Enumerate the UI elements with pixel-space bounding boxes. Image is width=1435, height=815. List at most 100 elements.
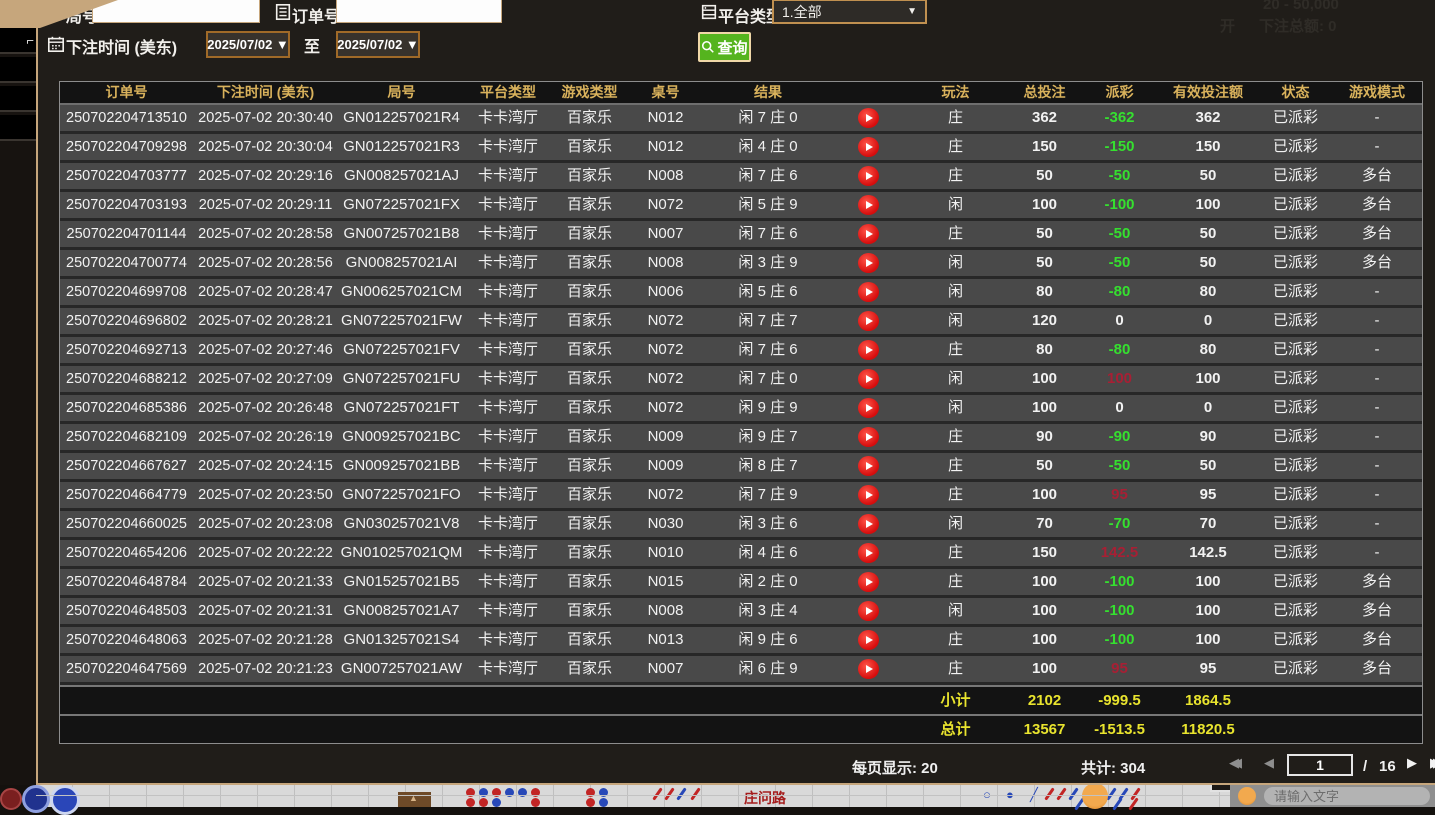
play-replay-button[interactable] bbox=[858, 572, 879, 592]
cell-replay bbox=[833, 453, 903, 479]
play-icon bbox=[866, 607, 873, 615]
first-page-button[interactable]: ◀◀ bbox=[1229, 756, 1232, 771]
cell-status: 已派彩 bbox=[1258, 395, 1333, 421]
emoji-picker-icon[interactable] bbox=[1238, 787, 1256, 805]
cell-replay bbox=[833, 221, 903, 247]
date-to-select[interactable]: 2025/07/02 ▼ bbox=[336, 31, 420, 58]
cell-method: 闲 bbox=[903, 192, 1008, 218]
play-replay-button[interactable] bbox=[858, 253, 879, 273]
road-slash bbox=[652, 787, 662, 800]
cell-valid: 50 bbox=[1158, 221, 1258, 247]
background-hint-limit: 20 - 50,000 bbox=[1263, 0, 1339, 13]
play-replay-button[interactable] bbox=[858, 224, 879, 244]
play-replay-button[interactable] bbox=[858, 137, 879, 157]
play-replay-button[interactable] bbox=[858, 514, 879, 534]
empty-cell bbox=[1258, 716, 1333, 743]
cell-mode: 多台 bbox=[1333, 598, 1421, 624]
play-replay-button[interactable] bbox=[858, 108, 879, 128]
empty-cell bbox=[338, 716, 465, 743]
cell-method: 闲 bbox=[903, 279, 1008, 305]
cell-status: 已派彩 bbox=[1258, 192, 1333, 218]
table-row: 2507022046542062025-07-02 20:22:22GN0102… bbox=[60, 540, 1422, 569]
platform-type-select[interactable]: 1.全部 ▼ bbox=[772, 0, 927, 24]
play-icon bbox=[866, 201, 873, 209]
cell-table: N072 bbox=[628, 337, 703, 363]
cell-type: 百家乐 bbox=[551, 511, 628, 537]
per-page-label: 每页显示: 20 bbox=[852, 757, 938, 778]
road-slash bbox=[690, 787, 700, 800]
cell-replay bbox=[833, 540, 903, 566]
cell-table: N072 bbox=[628, 308, 703, 334]
search-button[interactable]: 查询 bbox=[698, 32, 751, 62]
play-replay-button[interactable] bbox=[858, 166, 879, 186]
date-from-select[interactable]: 2025/07/02 ▼ bbox=[206, 31, 290, 58]
cell-table: N009 bbox=[628, 453, 703, 479]
cell-order: 250702204703777 bbox=[60, 163, 193, 189]
play-replay-button[interactable] bbox=[858, 659, 879, 679]
cell-payout: -80 bbox=[1081, 337, 1158, 363]
total-label: 总计 bbox=[903, 716, 1008, 743]
play-replay-button[interactable] bbox=[858, 630, 879, 650]
cell-table: N008 bbox=[628, 163, 703, 189]
play-icon bbox=[866, 172, 873, 180]
bet-records-table: 订单号下注时间 (美东)局号平台类型游戏类型桌号结果玩法总投注派彩有效投注额状态… bbox=[59, 81, 1423, 744]
table-row: 2507022046853862025-07-02 20:26:48GN0722… bbox=[60, 395, 1422, 424]
play-replay-button[interactable] bbox=[858, 398, 879, 418]
column-header: 游戏类型 bbox=[551, 82, 628, 103]
play-replay-button[interactable] bbox=[858, 282, 879, 302]
cell-time: 2025-07-02 20:21:23 bbox=[193, 656, 338, 682]
platform-type-value: 1.全部 bbox=[782, 2, 822, 22]
cell-type: 百家乐 bbox=[551, 105, 628, 131]
last-page-button[interactable]: ▶▶ bbox=[1430, 756, 1433, 771]
cell-status: 已派彩 bbox=[1258, 656, 1333, 682]
cell-time: 2025-07-02 20:21:31 bbox=[193, 598, 338, 624]
play-replay-button[interactable] bbox=[858, 485, 879, 505]
cell-type: 百家乐 bbox=[551, 134, 628, 160]
table-header-row: 订单号下注时间 (美东)局号平台类型游戏类型桌号结果玩法总投注派彩有效投注额状态… bbox=[60, 82, 1422, 105]
cell-payout: -100 bbox=[1081, 598, 1158, 624]
cell-order: 250702204700774 bbox=[60, 250, 193, 276]
cell-game: GN008257021AI bbox=[338, 250, 465, 276]
play-icon bbox=[866, 230, 873, 238]
table-row: 2507022046600252025-07-02 20:23:08GN0302… bbox=[60, 511, 1422, 540]
cell-bet: 100 bbox=[1008, 569, 1081, 595]
cell-table: N010 bbox=[628, 540, 703, 566]
page-number-input[interactable] bbox=[1287, 754, 1353, 776]
cell-platform: 卡卡湾厅 bbox=[465, 250, 551, 276]
play-icon bbox=[866, 259, 873, 267]
play-replay-button[interactable] bbox=[858, 543, 879, 563]
cell-game: GN072257021FT bbox=[338, 395, 465, 421]
cell-type: 百家乐 bbox=[551, 656, 628, 682]
play-replay-button[interactable] bbox=[858, 601, 879, 621]
play-replay-button[interactable] bbox=[858, 311, 879, 331]
cell-type: 百家乐 bbox=[551, 569, 628, 595]
table-row: 2507022047037772025-07-02 20:29:16GN0082… bbox=[60, 163, 1422, 192]
cell-bet: 70 bbox=[1008, 511, 1081, 537]
background-menu-box bbox=[0, 86, 36, 112]
road-bead bbox=[599, 788, 608, 797]
cell-order: 250702204654206 bbox=[60, 540, 193, 566]
cell-time: 2025-07-02 20:28:21 bbox=[193, 308, 338, 334]
play-replay-button[interactable] bbox=[858, 427, 879, 447]
cell-method: 闲 bbox=[903, 250, 1008, 276]
play-replay-button[interactable] bbox=[858, 340, 879, 360]
empty-cell bbox=[1333, 687, 1421, 714]
cell-status: 已派彩 bbox=[1258, 250, 1333, 276]
chat-input[interactable] bbox=[1264, 787, 1430, 805]
cell-order: 250702204648784 bbox=[60, 569, 193, 595]
cell-valid: 95 bbox=[1158, 656, 1258, 682]
table-row: 2507022047092982025-07-02 20:30:04GN0122… bbox=[60, 134, 1422, 163]
cell-platform: 卡卡湾厅 bbox=[465, 279, 551, 305]
table-row: 2507022046485032025-07-02 20:21:31GN0082… bbox=[60, 598, 1422, 627]
table-row: 2507022047031932025-07-02 20:29:11GN0722… bbox=[60, 192, 1422, 221]
background-hint-total: 下注总额: 0 bbox=[1259, 15, 1337, 36]
cell-order: 250702204703193 bbox=[60, 192, 193, 218]
cell-valid: 100 bbox=[1158, 598, 1258, 624]
search-icon bbox=[701, 40, 715, 54]
play-replay-button[interactable] bbox=[858, 456, 879, 476]
column-header: 结果 bbox=[703, 82, 833, 103]
play-replay-button[interactable] bbox=[858, 369, 879, 389]
column-header: 派彩 bbox=[1081, 82, 1158, 103]
order-no-input[interactable] bbox=[336, 0, 502, 23]
play-replay-button[interactable] bbox=[858, 195, 879, 215]
